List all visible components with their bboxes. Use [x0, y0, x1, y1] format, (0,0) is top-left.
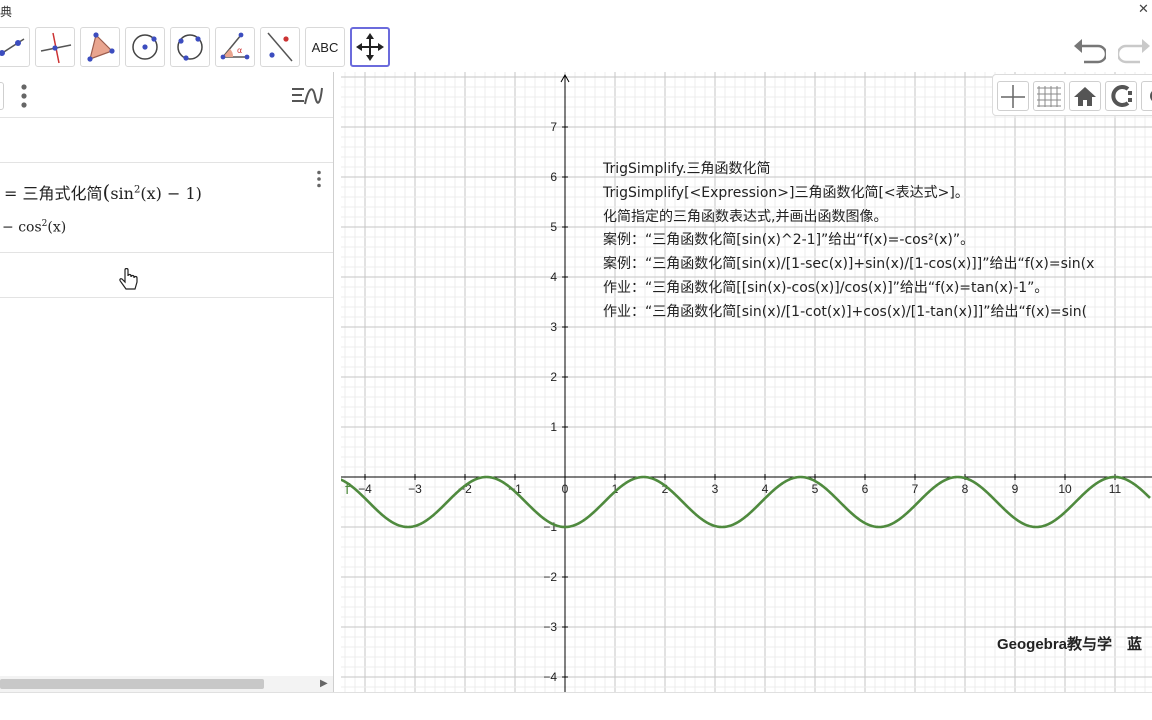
text-tool-label: ABC: [311, 39, 339, 55]
algebra-menu-icon[interactable]: [18, 82, 30, 110]
line-tool-icon: [0, 38, 25, 56]
circle-center-point-tool-icon: [132, 34, 158, 60]
argument: (x): [140, 184, 162, 203]
algebra-input-row[interactable]: [0, 253, 333, 298]
scrollbar-thumb[interactable]: [0, 679, 264, 689]
graphics-style-bar: [992, 74, 1152, 116]
axes-icon: [1001, 85, 1025, 108]
x-tick-label: 10: [1058, 482, 1072, 496]
brand-watermark: Geogebra教与学 蓝: [997, 636, 1143, 653]
tool-circle-center[interactable]: [125, 27, 165, 67]
window-title: 典: [0, 5, 13, 19]
circle-three-points-tool-icon: [177, 34, 203, 61]
y-tick-label: 1: [550, 420, 557, 434]
redo-button[interactable]: [1116, 34, 1152, 64]
redo-icon: [1116, 39, 1150, 64]
item-menu-icon[interactable]: [316, 170, 322, 188]
tool-line[interactable]: [0, 27, 30, 67]
tool-text[interactable]: ABC: [305, 27, 345, 67]
graphics-view[interactable]: −4 −3 −2 −1 0 1 2 3 4 5 6 7 8 9 10 11 −4 −3 −2 −1 1 2 3 4 5 6 7 f T…: [341, 72, 1152, 692]
algebra-item-f[interactable]: [0, 163, 333, 253]
gear-icon: [1150, 91, 1152, 101]
polygon-tool-icon: [87, 32, 115, 62]
x-tick-label: 9: [1012, 482, 1019, 496]
info-line-example-1: 案例：“三角函数化简[sin(x)^2-1]”给出“f(x)=-cos²(x)”…: [603, 232, 975, 249]
info-line-exercise-2: 作业：“三角函数化简[sin(x)/[1-cot(x)]+cos(x)/[1-t…: [603, 303, 1088, 320]
formula-rest: − 1): [166, 184, 202, 203]
info-line-example-2: 案例：“三角函数化简[sin(x)/[1-sec(x)]+sin(x)/[1-c…: [603, 256, 1095, 273]
y-tick-label: −2: [543, 570, 557, 584]
info-line-title: TrigSimplify.三角函数化简: [603, 161, 771, 177]
tool-perpendicular[interactable]: [35, 27, 75, 67]
algebra-input-edge[interactable]: [0, 82, 4, 110]
info-line-exercise-1: 作业：“三角函数化简[[sin(x)-cos(x)]/cos(x)]”给出“f(…: [603, 279, 1049, 296]
argument: (x): [47, 219, 67, 236]
angle-tool-icon: α: [220, 32, 250, 60]
x-tick-label: 3: [712, 482, 719, 496]
x-tick-label: 6: [862, 482, 869, 496]
toolbar: α ABC: [0, 22, 1152, 72]
tool-angle[interactable]: α: [215, 27, 255, 67]
y-tick-label: 5: [550, 220, 557, 234]
algebra-view: = 三角式化简(sin2(x) − 1) − cos2(x) ▶: [0, 72, 334, 692]
toggle-grid-button[interactable]: [1033, 81, 1065, 111]
command-help-text: TrigSimplify.三角函数化简 TrigSimplify[<Expres…: [603, 158, 1094, 325]
perpendicular-line-tool-icon: [40, 32, 72, 64]
tool-move-graphics-view[interactable]: [350, 27, 390, 67]
sin-label: sin: [110, 184, 134, 203]
svg-text:α: α: [237, 46, 242, 55]
tool-polygon[interactable]: [80, 27, 120, 67]
algebra-header: [0, 72, 333, 118]
style-bar-options-button[interactable]: [1105, 81, 1137, 111]
grid-icon: [1037, 86, 1061, 107]
y-tick-label: −4: [543, 670, 557, 684]
info-line-syntax: TrigSimplify[<Expression>]三角函数化简[<表达式>]。: [603, 184, 969, 201]
y-tick-label: 7: [550, 120, 557, 134]
color-style-icon: [1111, 85, 1132, 107]
close-window-button[interactable]: ✕: [1138, 2, 1149, 17]
standard-view-button[interactable]: [1069, 81, 1101, 111]
title-bar: 典 ✕: [0, 0, 1152, 22]
algebra-description-mode-icon[interactable]: [290, 84, 324, 108]
tool-reflect[interactable]: [260, 27, 300, 67]
x-tick-label: −3: [408, 482, 422, 496]
reflect-line-tool-icon: [267, 32, 293, 62]
algebra-empty-row[interactable]: [0, 118, 333, 163]
y-tick-label: −3: [543, 620, 557, 634]
hand-cursor-icon: [119, 268, 138, 290]
move-graphics-view-tool-icon: [356, 33, 384, 61]
y-tick-label: 3: [550, 320, 557, 334]
x-tick-label: 0: [562, 482, 569, 496]
cos-label: cos: [18, 219, 42, 236]
y-tick-label: 4: [550, 270, 557, 284]
x-tick-label: 7: [912, 482, 919, 496]
undo-icon: [1074, 39, 1108, 64]
home-icon: [1074, 87, 1096, 106]
x-tick-label: 8: [962, 482, 969, 496]
scroll-right-arrow-icon[interactable]: ▶: [320, 678, 328, 689]
bottom-bar: [0, 692, 1152, 720]
y-tick-label: 6: [550, 170, 557, 184]
x-tick-label: 5: [812, 482, 819, 496]
undo-button[interactable]: [1072, 34, 1108, 64]
algebra-horizontal-scrollbar[interactable]: ▶: [0, 676, 333, 692]
minus-sign: −: [2, 219, 14, 236]
tool-circle-three-points[interactable]: [170, 27, 210, 67]
y-tick-label: 2: [550, 370, 557, 384]
algebra-formula-definition: = 三角式化简(sin2(x) − 1): [4, 180, 202, 204]
toggle-axes-button[interactable]: [997, 81, 1029, 111]
algebra-formula-value: − cos2(x): [2, 219, 66, 236]
x-tick-label: 11: [1109, 482, 1122, 496]
equals-sign: =: [4, 184, 18, 203]
info-line-description: 化简指定的三角函数表达式,并画出函数图像。: [603, 208, 888, 225]
graphics-settings-button[interactable]: [1141, 81, 1152, 111]
x-tick-label: 4: [762, 482, 769, 496]
command-name: 三角式化简: [22, 184, 103, 203]
